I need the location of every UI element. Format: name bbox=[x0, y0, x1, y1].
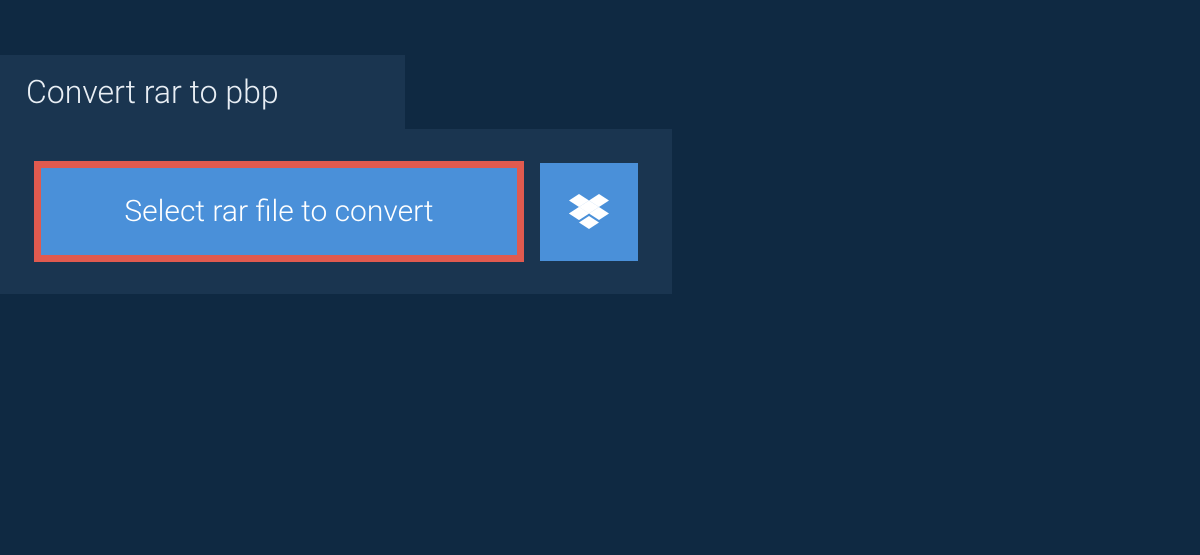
select-file-label: Select rar file to convert bbox=[124, 194, 433, 229]
tab-convert[interactable]: Convert rar to pbp bbox=[0, 55, 405, 129]
dropbox-button[interactable] bbox=[540, 163, 638, 261]
tab-bar: Convert rar to pbp bbox=[0, 55, 1200, 129]
upload-panel: Select rar file to convert bbox=[0, 129, 672, 294]
select-file-button[interactable]: Select rar file to convert bbox=[34, 161, 524, 262]
dropbox-icon bbox=[569, 194, 609, 230]
tab-title: Convert rar to pbp bbox=[26, 73, 279, 111]
